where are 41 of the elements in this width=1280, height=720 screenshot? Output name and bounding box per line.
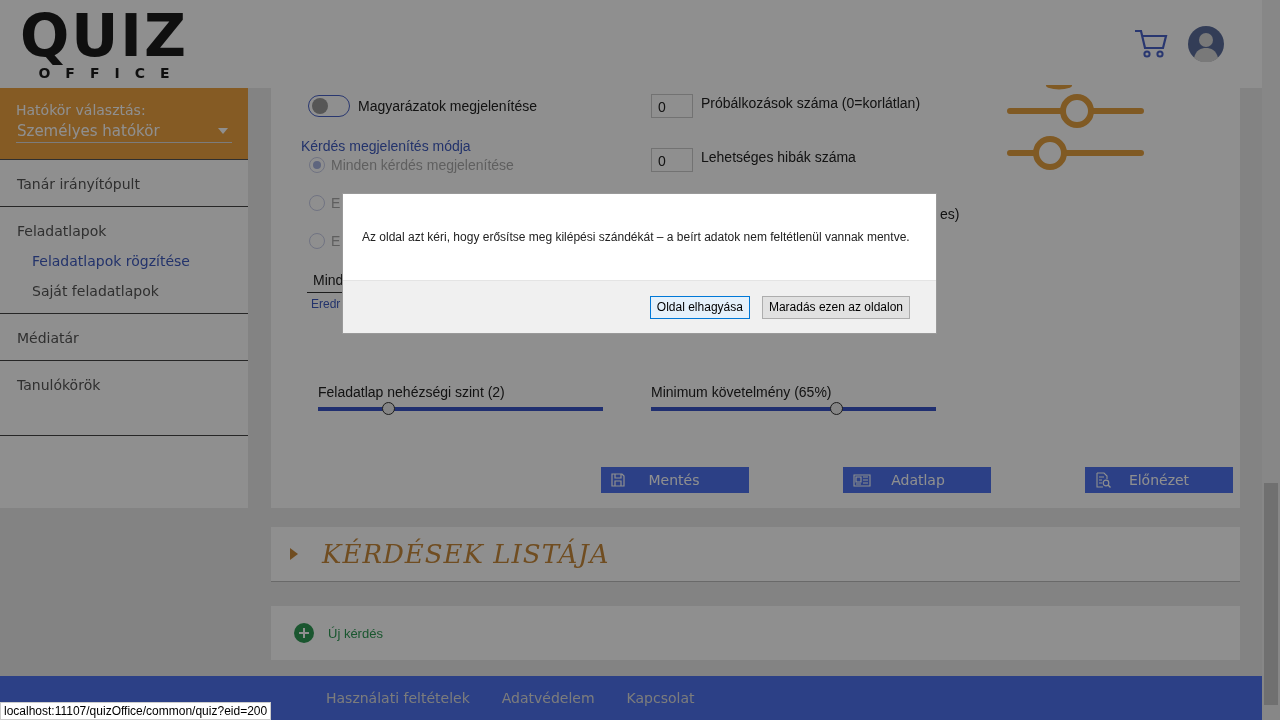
dialog-message: Az oldal azt kéri, hogy erősítse meg kilépési szándékát – a beírt adatok nem feltétlenül vannak mentve.: [362, 230, 910, 244]
sidebar-item[interactable]: Tanulókörök: [17, 375, 248, 395]
sidebar-item[interactable]: Tanár irányítópult: [17, 174, 248, 194]
field-label: es): [940, 206, 960, 222]
scrollbar[interactable]: [1262, 0, 1280, 720]
logo-wordmark: QUIZ: [19, 7, 188, 65]
sidebar-subitem[interactable]: Feladatlapok rögzítése: [32, 251, 248, 271]
new-question-button[interactable]: Új kérdés: [288, 622, 389, 644]
sidebar-item[interactable]: Feladatlapok: [17, 221, 248, 241]
number-field[interactable]: 0: [651, 94, 693, 118]
sidebar-item[interactable]: Médiatár: [17, 328, 248, 348]
newspaper-icon: [853, 473, 871, 487]
dialog-button[interactable]: Maradás ezen az oldalon: [761, 295, 910, 319]
field-label: Lehetséges hibák száma: [701, 149, 856, 165]
action-button[interactable]: Adatlap: [843, 467, 991, 493]
slider-thumb[interactable]: [381, 402, 395, 415]
footer-link[interactable]: Kapcsolat: [626, 690, 695, 706]
number-field[interactable]: 0: [651, 148, 693, 172]
document-search-icon: [1095, 472, 1111, 488]
floppy-icon: [611, 473, 625, 487]
logo-subtitle: OFFICE: [38, 65, 185, 81]
action-button[interactable]: Előnézet: [1085, 467, 1233, 493]
toggle-switch[interactable]: [308, 95, 350, 117]
add-icon: [294, 623, 314, 643]
avatar-icon[interactable]: [1188, 26, 1224, 62]
sliders-icon: [1007, 85, 1145, 173]
cart-icon[interactable]: [1134, 29, 1168, 59]
slider-thumb[interactable]: [830, 402, 844, 415]
dialog-button[interactable]: Oldal elhagyása: [649, 295, 750, 319]
slider-label: Feladatlap nehézségi szint (2): [318, 384, 506, 400]
slider-label: Minimum követelmény (65%): [651, 384, 833, 400]
section-title: Kérdés megjelenítés módja: [301, 138, 472, 154]
toggle-label: Magyarázatok megjelenítése: [358, 98, 537, 114]
field-label: Próbálkozások száma (0=korlátlan): [701, 95, 921, 111]
sidebar-subitem[interactable]: Saját feladatlapok: [32, 281, 248, 301]
action-button[interactable]: Mentés: [601, 467, 749, 493]
footer-link[interactable]: Használati feltételek: [326, 690, 470, 706]
footer-link[interactable]: Adatvédelem: [501, 690, 595, 706]
caret-icon: [218, 128, 228, 134]
status-url: localhost:11107/quizOffice/common/quiz?eid=200: [0, 702, 272, 720]
section-header[interactable]: KÉRDÉSEK LISTÁJA: [271, 527, 1240, 582]
